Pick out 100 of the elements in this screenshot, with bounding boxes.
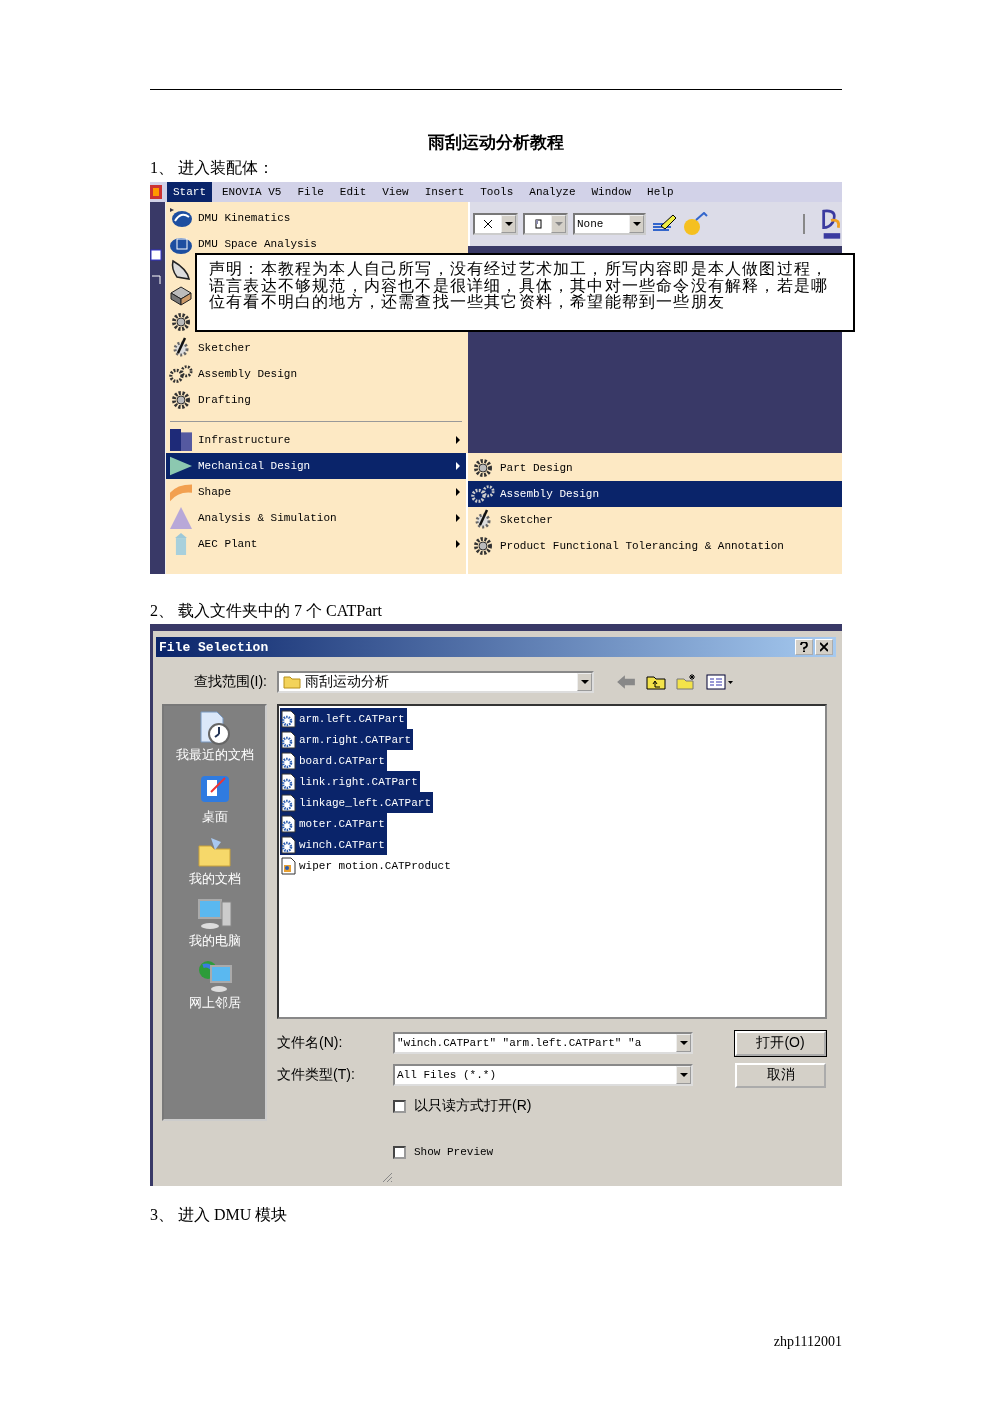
menu-item[interactable]: Infrastructure: [166, 427, 468, 453]
menu-item[interactable]: Assembly Design: [166, 361, 468, 387]
close-icon: [820, 642, 828, 652]
menu-item[interactable]: Help: [641, 182, 680, 202]
caret-icon: [504, 222, 513, 226]
menu-item[interactable]: Tools: [474, 182, 520, 202]
menu-item[interactable]: Insert: [418, 182, 471, 202]
part-file-icon: [280, 709, 296, 728]
step-text: 1、 进入装配体：: [150, 158, 275, 178]
gear-icon: [169, 389, 193, 411]
cancel-button[interactable]: 取消: [735, 1062, 826, 1088]
view-menu-icon[interactable]: [706, 674, 734, 690]
menu-item[interactable]: Analyze: [523, 182, 582, 202]
place-item[interactable]: 我的电脑: [188, 896, 241, 958]
dropdown-button[interactable]: [676, 1034, 691, 1052]
file-entry[interactable]: board.CATPart: [280, 750, 387, 771]
menu-item[interactable]: Part Design: [468, 455, 842, 481]
gear-icon: [471, 535, 495, 557]
place-item[interactable]: 我最近的文档: [175, 710, 254, 772]
part-file-icon: [280, 835, 296, 854]
line-weight-combo[interactable]: [523, 213, 568, 235]
file-entry[interactable]: link.right.CATPart: [280, 771, 420, 792]
dropdown-button[interactable]: [629, 215, 644, 233]
part-file-icon: [280, 814, 296, 833]
place-item[interactable]: 网上邻居: [188, 958, 241, 1020]
menu-item[interactable]: Edit: [333, 182, 373, 202]
folder-icon: [283, 675, 301, 689]
menu-item[interactable]: Sketcher: [166, 335, 468, 361]
file-entry[interactable]: winch.CATPart: [280, 834, 387, 855]
file-type-field[interactable]: All Files (*.*): [393, 1064, 693, 1086]
look-in-combo[interactable]: 雨刮运动分析: [277, 671, 594, 693]
up-folder-icon[interactable]: [646, 674, 666, 690]
menu-item[interactable]: Drafting: [166, 387, 468, 413]
product-file-icon: [280, 856, 296, 875]
part-file-icon: [280, 793, 296, 812]
place-item[interactable]: 桌面: [196, 772, 233, 834]
blocks-icon: [169, 429, 193, 451]
file-type-label: 文件类型(T):: [277, 1066, 356, 1084]
checkbox-label: Show Preview: [414, 1146, 494, 1158]
menu-item[interactable]: AEC Plant: [166, 531, 468, 557]
style-combo[interactable]: None: [573, 213, 646, 235]
file-entry[interactable]: arm.right.CATPart: [280, 729, 414, 750]
look-in-label: 查找范围(I):: [192, 673, 268, 691]
menu-item[interactable]: Sketcher: [468, 507, 842, 533]
resize-grip-icon[interactable]: [381, 1171, 393, 1183]
file-entry[interactable]: wiper motion.CATProduct: [280, 855, 453, 876]
network-icon: [196, 958, 233, 994]
computer-icon: [196, 896, 233, 932]
line-type-combo[interactable]: [473, 213, 518, 235]
window-icon[interactable]: [150, 246, 162, 286]
new-folder-icon[interactable]: [676, 674, 696, 690]
file-name-field[interactable]: "winch.CATPart" "arm.left.CATPart" "a: [393, 1032, 693, 1054]
menu-item[interactable]: Start: [167, 182, 212, 202]
caret-icon: [679, 1073, 688, 1077]
footer-text: zhp1112001: [772, 1334, 842, 1350]
open-button[interactable]: 打开(O): [735, 1030, 826, 1056]
pyramid-icon: [169, 507, 193, 529]
checkbox-label: 以只读方式打开(R): [414, 1097, 532, 1115]
gear-icon: [169, 311, 193, 333]
cross-icon: [481, 219, 495, 229]
dropdown-button[interactable]: [676, 1066, 691, 1084]
checkbox[interactable]: [393, 1145, 406, 1159]
file-entry[interactable]: moter.CATPart: [280, 813, 387, 834]
question-mark-icon: [800, 642, 808, 652]
wing-icon: [169, 259, 193, 281]
surface-icon: [169, 285, 193, 307]
help-button[interactable]: [795, 639, 813, 655]
caret-icon: [632, 222, 641, 226]
dropdown-button[interactable]: [577, 673, 592, 691]
menu-item[interactable]: Analysis & Simulation: [166, 505, 468, 531]
file-entry[interactable]: linkage_left.CATPart: [280, 792, 434, 813]
dropdown-button[interactable]: [501, 215, 516, 233]
menu-item[interactable]: File: [291, 182, 330, 202]
caret-icon: [580, 680, 589, 684]
gears-icon: [169, 363, 193, 385]
caret-icon: [679, 1041, 688, 1045]
menu-item[interactable]: Mechanical Design: [166, 453, 468, 479]
gears-icon: [471, 483, 495, 505]
dialog-title: File Selection: [159, 639, 270, 655]
close-button[interactable]: [815, 639, 833, 655]
part-file-icon: [280, 772, 296, 791]
menu-item[interactable]: Shape: [166, 479, 468, 505]
menu-item[interactable]: Window: [585, 182, 638, 202]
sphere-icon[interactable]: [682, 212, 708, 236]
file-name-label: 文件名(N):: [277, 1034, 344, 1052]
menu-item[interactable]: DMU Kinematics: [166, 205, 468, 231]
menu-item[interactable]: Assembly Design: [468, 481, 842, 507]
logo-icon: [820, 207, 842, 241]
triangle-icon: [169, 455, 193, 477]
part-file-icon: [280, 730, 296, 749]
gear-icon: [471, 457, 495, 479]
menu-item[interactable]: Product Functional Tolerancing & Annotation: [468, 533, 842, 559]
menu-item[interactable]: View: [376, 182, 415, 202]
part-file-icon: [280, 751, 296, 770]
place-item[interactable]: 我的文档: [188, 834, 241, 896]
checkbox[interactable]: [393, 1099, 406, 1113]
file-entry[interactable]: arm.left.CATPart: [280, 708, 407, 729]
menu-item[interactable]: ENOVIA V5: [216, 182, 288, 202]
step-text: 3、 进入 DMU 模块: [150, 1205, 289, 1225]
document-title: 雨刮运动分析教程: [427, 132, 565, 154]
